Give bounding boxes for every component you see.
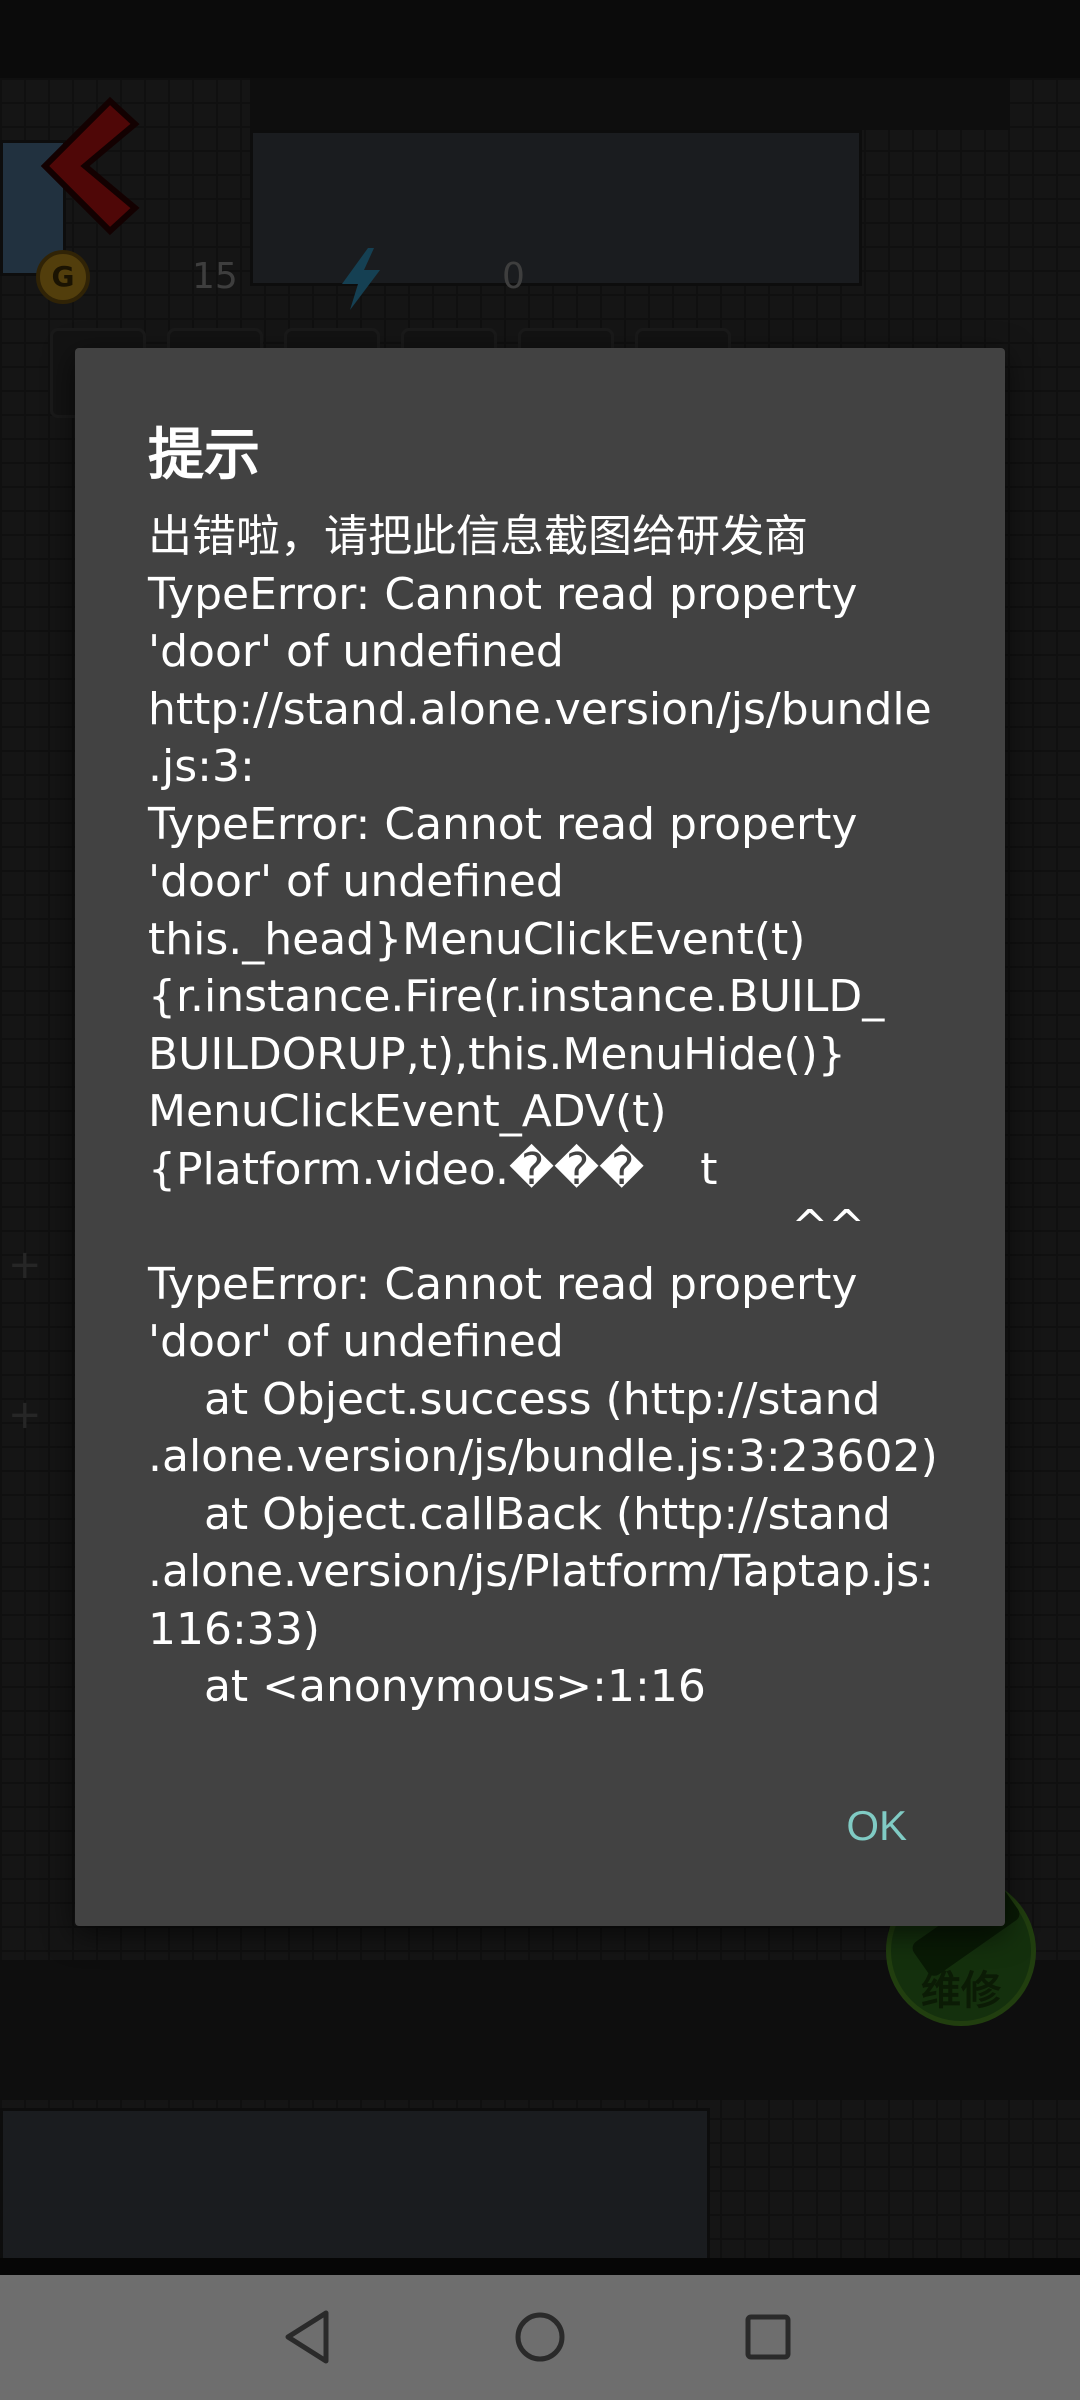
home-icon[interactable] — [508, 2305, 572, 2369]
recents-icon[interactable] — [736, 2305, 800, 2369]
dialog-title: 提示 — [148, 423, 260, 488]
system-nav-bar — [0, 2275, 1080, 2400]
alert-dialog: 提示 出错啦，请把此信息截图给研发商 TypeError: Cannot rea… — [75, 348, 1005, 1926]
ok-button[interactable]: OK — [846, 1802, 907, 1850]
back-icon[interactable] — [278, 2305, 342, 2369]
dialog-message: 出错啦，请把此信息截图给研发商 TypeError: Cannot read p… — [148, 511, 938, 1712]
